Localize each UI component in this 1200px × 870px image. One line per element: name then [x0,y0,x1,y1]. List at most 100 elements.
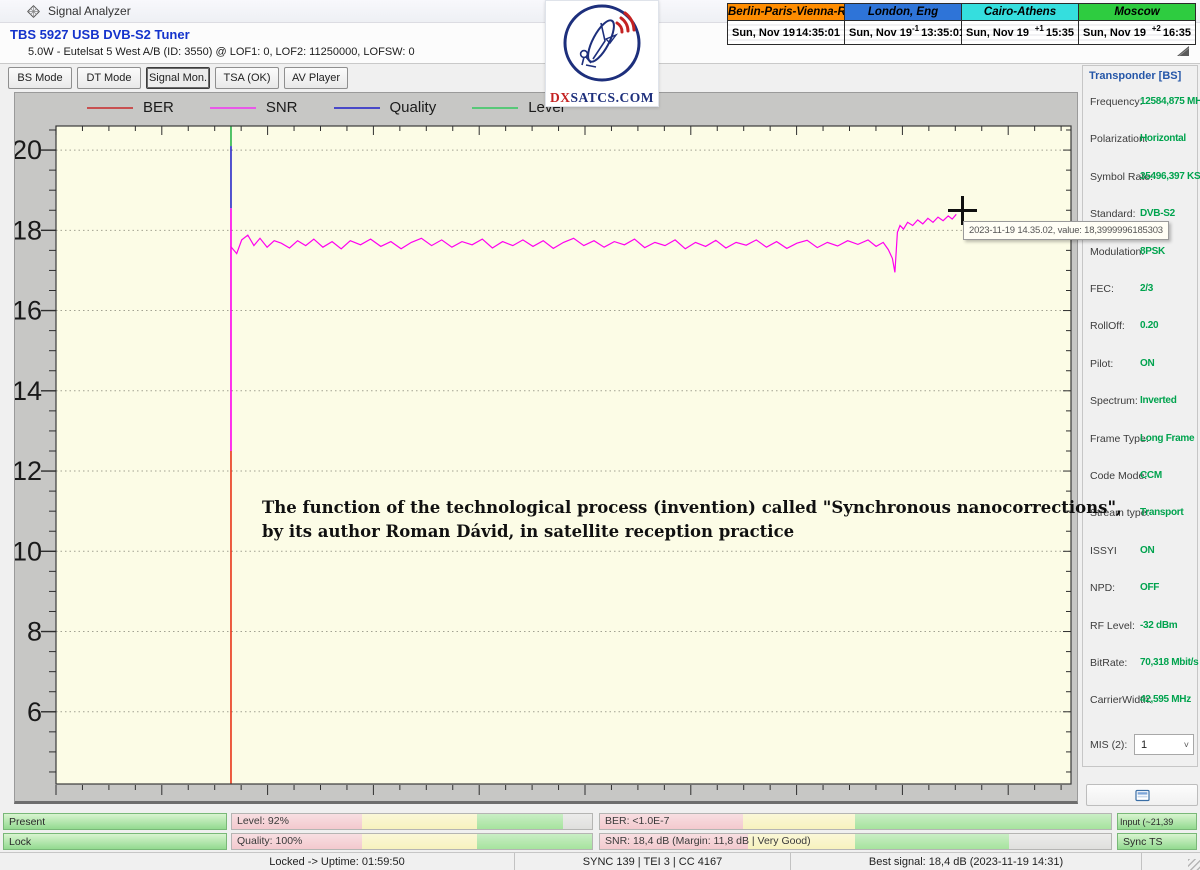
bar-segment-yellow [362,814,477,829]
annotation-line1: The function of the technological proces… [262,496,1122,520]
quality-bar: Quality: 100% [231,833,593,850]
legend-label: SNR [266,99,298,116]
transponder-row-symbol-rate: Symbol Rate:35496,397 KS/s [1083,171,1197,185]
row-label: ISSYI [1090,545,1117,557]
bar-segment-green [477,834,592,849]
svg-text:20: 20 [15,135,42,165]
tuner-title: TBS 5927 USB DVB-S2 Tuner [10,27,190,42]
row-value: ON [1140,358,1154,369]
row-value: CCM [1140,470,1162,481]
svg-text:8: 8 [27,617,42,647]
row-value: Horizontal [1140,133,1186,144]
mis-label: MIS (2): [1090,739,1127,751]
transponder-row-frame-type: Frame Type:Long Frame [1083,433,1197,447]
clock-datetime: Sun, Nov 19 +115:35 [962,21,1078,44]
svg-text:6: 6 [27,697,42,727]
bar-segment-gray [563,814,592,829]
resize-grip[interactable] [1186,853,1200,870]
row-label: Standard: [1090,208,1136,220]
window-title: Signal Analyzer [48,4,131,18]
world-clock-panel: Berlin-Paris-Vienna-RomaSun, Nov 1914:35… [727,3,1196,45]
clock-utc-offset: -1 [912,24,919,33]
dxsatcs-logo: DXSATCS.COM [545,0,659,107]
row-value: Transport [1140,507,1183,518]
tab-dt-mode[interactable]: DT Mode [77,67,141,89]
bar-label: BER: <1.0E-7 [605,814,670,829]
level-bar: Level: 92% [231,813,593,830]
row-value: 70,318 Mbit/s [1140,657,1198,668]
monitor-icon [1135,789,1150,802]
clock-time: 13:35:01 [921,27,965,39]
row-label: Frequency: [1090,96,1143,108]
clock-3: MoscowSun, Nov 19+216:35 [1079,4,1195,44]
bar-segment-yellow [362,834,477,849]
chart-annotation: The function of the technological proces… [262,496,1122,543]
transponder-row-rolloff: RollOff:0.20 [1083,320,1197,334]
row-value: DVB-S2 [1140,208,1175,219]
transponder-row-polarization: Polarization:Horizontal [1083,133,1197,147]
row-label: RollOff: [1090,320,1125,332]
clock-time: 14:35:01 [796,27,840,39]
transponder-panel: Transponder [BS] Frequency:12584,875 MHz… [1082,65,1198,767]
transponder-row-issyi: ISSYION [1083,545,1197,559]
status-filler [1142,853,1186,870]
mis-select[interactable]: 1 ˅ [1134,734,1194,755]
signal-chart-panel: BERSNRQualityLevel 68101214161820 [14,92,1078,804]
bar-segment-gray [1009,834,1111,849]
transponder-row-fec: FEC:2/3 [1083,283,1197,297]
svg-text:18: 18 [15,215,42,245]
bar-segment-green [855,834,1008,849]
clock-date: Sun, Nov 19 [1083,27,1146,39]
legend-swatch [87,107,133,109]
datapoint-tooltip: 2023-11-19 14.35.02, value: 18,399999618… [963,221,1169,240]
bar-segment-green [855,814,1111,829]
clock-datetime: Sun, Nov 1914:35:01 [728,21,844,44]
row-value: Inverted [1140,395,1177,406]
tab-bar: BS ModeDT ModeSignal Mon.TSA (OK)AV Play… [8,67,348,89]
status-bar: Locked -> Uptime: 01:59:50 SYNC 139 | TE… [0,852,1200,870]
transponder-row-frequency: Frequency:12584,875 MHz [1083,96,1197,110]
tab-signal-mon[interactable]: Signal Mon. [146,67,210,89]
lock-indicator: Lock [3,833,227,850]
bar-label: Quality: 100% [237,834,302,849]
clock-datetime: Sun, Nov 19-113:35:01 [845,21,961,44]
transponder-row-npd: NPD: OFF [1083,582,1197,596]
clock-time: 16:35 [1163,27,1191,39]
signal-chart-plot[interactable]: 68101214161820 [15,93,1077,801]
annotation-line2: by its author Roman Dávid, in satellite … [262,520,1122,544]
tab-bs-mode[interactable]: BS Mode [8,67,72,89]
sync-ts-indicator: Sync TS [1117,833,1197,850]
status-best-signal: Best signal: 18,4 dB (2023-11-19 14:31) [791,853,1142,870]
clock-date: Sun, Nov 19 [966,27,1029,39]
bar-segment-green [477,814,563,829]
legend-item-quality: Quality [334,99,437,116]
signal-analyzer-window: Signal Analyzer TBS 5927 USB DVB-S2 Tune… [0,0,1200,870]
clock-utc-offset: +2 [1152,24,1161,33]
bar-label: SNR: 18,4 dB (Margin: 11,8 dB | Very Goo… [605,834,811,849]
legend-item-snr: SNR [210,99,298,116]
row-label: Pilot: [1090,358,1113,370]
clock-utc-offset: +1 [1035,24,1044,33]
logo-text: DXSATCS.COM [546,90,658,106]
mis-row: MIS (2): 1 ˅ [1090,734,1194,755]
legend-item-ber: BER [87,99,174,116]
tab-av-player[interactable]: AV Player [284,67,348,89]
present-indicator: Present [3,813,227,830]
legend-swatch [210,107,256,109]
row-label: FEC: [1090,283,1114,295]
chart-legend: BERSNRQualityLevel [87,99,564,116]
svg-text:12: 12 [15,456,42,486]
status-sync: SYNC 139 | TEI 3 | CC 4167 [515,853,791,870]
transponder-row-carrierwidth: CarrierWidth:42,595 MHz [1083,694,1197,708]
ber-bar: BER: <1.0E-7 [599,813,1112,830]
transponder-row-code-mode: Code Mode:CCM [1083,470,1197,484]
legend-label: Quality [390,99,437,116]
panel-action-button[interactable] [1086,784,1198,806]
row-label: BitRate: [1090,657,1127,669]
clock-0: Berlin-Paris-Vienna-RomaSun, Nov 1914:35… [728,4,845,44]
clock-time: 15:35 [1046,27,1074,39]
legend-label: BER [143,99,174,116]
tab-tsa-ok[interactable]: TSA (OK) [215,67,279,89]
row-label: NPD: [1090,582,1115,594]
row-value: OFF [1140,582,1159,593]
